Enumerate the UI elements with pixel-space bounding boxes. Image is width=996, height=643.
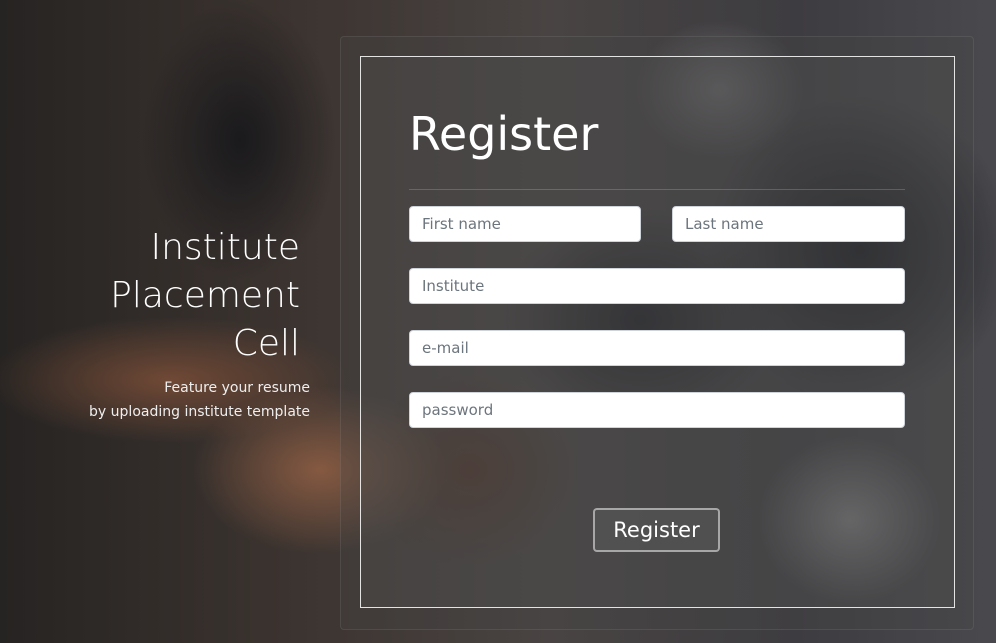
- institute-input[interactable]: [409, 268, 905, 304]
- site-title-line: Institute: [150, 227, 300, 268]
- site-title-line: Placement: [110, 275, 300, 316]
- site-title: Institute Placement Cell: [60, 224, 300, 368]
- site-title-line: Cell: [232, 323, 300, 364]
- email-input[interactable]: [409, 330, 905, 366]
- register-button[interactable]: Register: [593, 508, 720, 552]
- form-heading: Register: [409, 107, 599, 161]
- tagline-line: by uploading institute template: [89, 404, 310, 420]
- last-name-input[interactable]: [672, 206, 905, 242]
- first-name-input[interactable]: [409, 206, 641, 242]
- registration-page: Institute Placement Cell Feature your re…: [0, 0, 996, 643]
- site-tagline: Feature your resume by uploading institu…: [40, 376, 310, 424]
- heading-divider: [409, 189, 905, 190]
- password-input[interactable]: [409, 392, 905, 428]
- tagline-line: Feature your resume: [164, 380, 310, 396]
